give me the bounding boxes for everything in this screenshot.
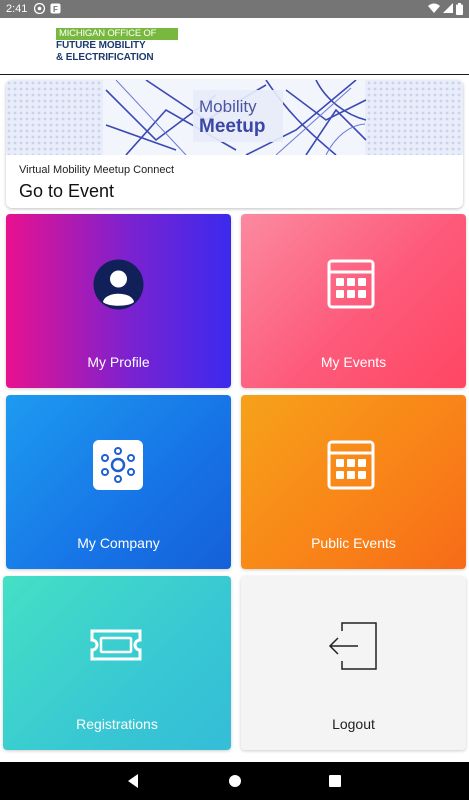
- avatar-icon: [93, 259, 144, 315]
- event-banner: Mobility Meetup: [6, 80, 463, 155]
- logout-label: Logout: [332, 716, 375, 732]
- wifi-icon: [428, 3, 440, 18]
- logout-icon: [328, 621, 378, 676]
- home-icon[interactable]: [228, 773, 242, 794]
- my-company-tile[interactable]: My Company: [6, 395, 231, 569]
- ticket-icon: [89, 628, 143, 667]
- my-company-label: My Company: [77, 535, 160, 551]
- signal-icon: [443, 3, 453, 18]
- organization-logo[interactable]: MICHIGAN OFFICE OF FUTURE MOBILITY & ELE…: [56, 28, 182, 68]
- banner-title-line-1: Mobility: [199, 97, 257, 116]
- calendar-icon: [327, 440, 375, 495]
- my-profile-tile[interactable]: My Profile: [6, 214, 231, 388]
- status-time: 2:41: [6, 3, 28, 15]
- banner-title: Mobility Meetup: [193, 90, 283, 142]
- dashboard: Mobility Meetup Virtual Mobility Meetup …: [0, 76, 469, 762]
- my-events-tile[interactable]: My Events: [241, 214, 466, 388]
- app-header: MICHIGAN OFFICE OF FUTURE MOBILITY & ELE…: [0, 18, 469, 75]
- public-events-label: Public Events: [311, 535, 396, 551]
- status-bar: 2:41 F: [0, 0, 469, 18]
- back-icon[interactable]: [126, 773, 140, 794]
- logo-line-3: & ELECTRIFICATION: [56, 52, 154, 63]
- notification-icon: [33, 2, 46, 18]
- banner-title-line-2: Meetup: [199, 116, 266, 137]
- calendar-icon: [327, 259, 375, 314]
- recents-icon[interactable]: [328, 773, 342, 794]
- my-events-label: My Events: [320, 354, 387, 370]
- go-to-event-link[interactable]: Go to Event: [19, 181, 114, 202]
- public-events-tile[interactable]: Public Events: [241, 395, 466, 569]
- app-notification-icon: F: [50, 3, 61, 18]
- logout-tile[interactable]: Logout: [241, 576, 466, 750]
- company-icon: [93, 440, 143, 495]
- battery-icon: [456, 3, 463, 19]
- navigation-bar: [0, 762, 469, 800]
- my-profile-label: My Profile: [87, 354, 150, 370]
- logo-line-1: MICHIGAN OFFICE OF: [56, 28, 178, 40]
- event-subtitle: Virtual Mobility Meetup Connect: [19, 164, 175, 176]
- registrations-label: Registrations: [76, 716, 158, 732]
- logo-line-2: FUTURE MOBILITY: [56, 40, 146, 51]
- event-card[interactable]: Mobility Meetup Virtual Mobility Meetup …: [6, 80, 463, 208]
- svg-text:F: F: [53, 5, 58, 14]
- registrations-tile[interactable]: Registrations: [3, 576, 231, 750]
